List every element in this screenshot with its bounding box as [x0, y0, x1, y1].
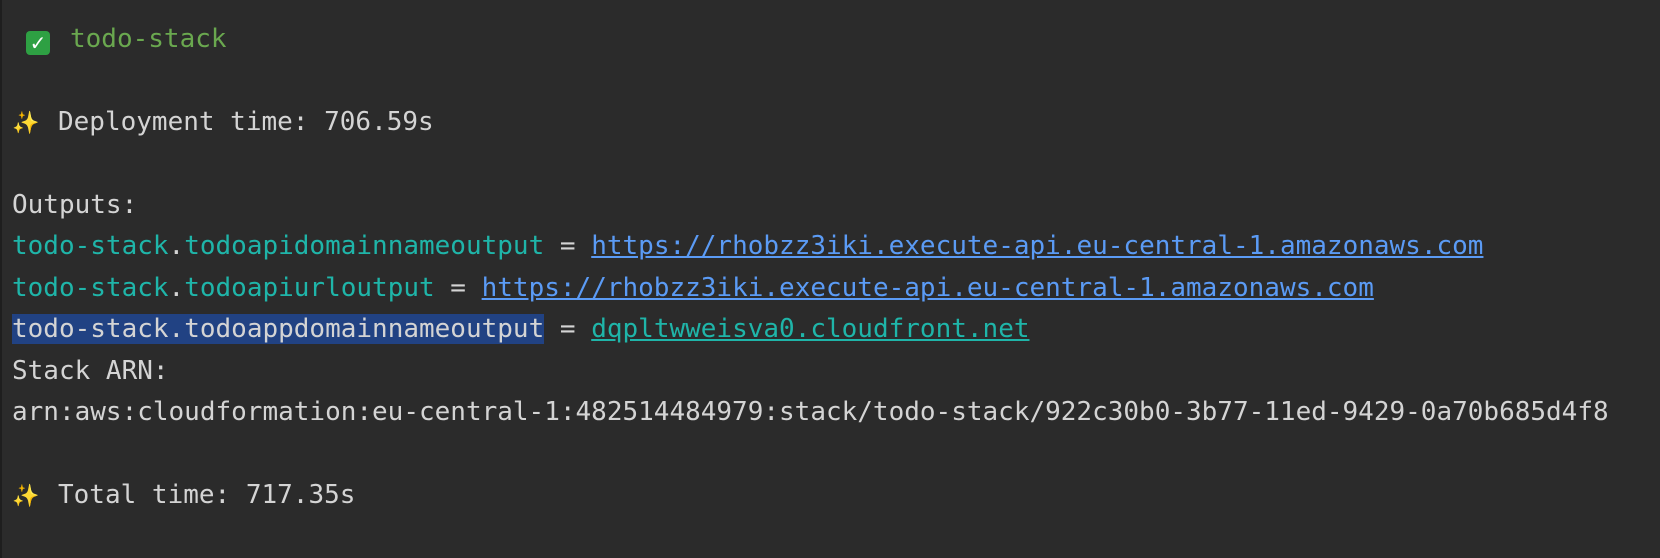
total-time: Total time: 717.35s — [58, 480, 356, 510]
output-equals: = — [544, 231, 592, 261]
stack-status-line: ✓ todo-stack — [26, 19, 227, 59]
terminal-gutter — [0, 0, 2, 558]
sparkles-icon: ✨ — [12, 484, 40, 509]
output-key: todoapiurloutput — [184, 273, 435, 303]
output-key: todoapidomainnameoutput — [184, 231, 545, 261]
output-stack-name: todo-stack — [12, 314, 169, 344]
stack-name: todo-stack — [70, 24, 227, 54]
output-equals: = — [544, 314, 592, 344]
output-stack-name: todo-stack — [12, 231, 169, 261]
stack-arn-value: arn:aws:cloudformation:eu-central-1:4825… — [12, 397, 1609, 427]
output-stack-name: todo-stack — [12, 273, 169, 303]
output-dot: . — [168, 231, 185, 261]
output-equals: = — [434, 273, 482, 303]
output-url-link[interactable]: https://rhobzz3iki.execute-api.eu-centra… — [591, 231, 1483, 261]
terminal-output[interactable]: ✓ todo-stack ✨ Deployment time: 706.59s Ou… — [0, 0, 1660, 558]
output-url-link[interactable]: https://rhobzz3iki.execute-api.eu-centra… — [482, 273, 1374, 303]
selected-text[interactable]: todo-stack.todoappdomainnameoutput — [12, 314, 545, 344]
output-dot: . — [168, 273, 185, 303]
deployment-time: Deployment time: 706.59s — [58, 107, 434, 137]
output-dot: . — [168, 314, 185, 344]
output-line: todo-stack.todoappdomainnameoutput = dqp… — [12, 309, 1030, 349]
output-line: todo-stack.todoapidomainnameoutput = htt… — [12, 226, 1483, 266]
outputs-header: Outputs: — [12, 190, 138, 220]
output-line: todo-stack.todoapiurloutput = https://rh… — [12, 268, 1374, 308]
stack-arn-label: Stack ARN: — [12, 356, 169, 386]
total-time-line: ✨ Total time: 717.35s — [12, 475, 355, 515]
output-key: todoappdomainnameoutput — [184, 314, 545, 344]
deployment-time-line: ✨ Deployment time: 706.59s — [12, 102, 434, 142]
sparkles-icon: ✨ — [12, 111, 40, 136]
check-mark-icon: ✓ — [26, 31, 50, 55]
output-domain-link[interactable]: dqpltwweisva0.cloudfront.net — [591, 314, 1029, 344]
